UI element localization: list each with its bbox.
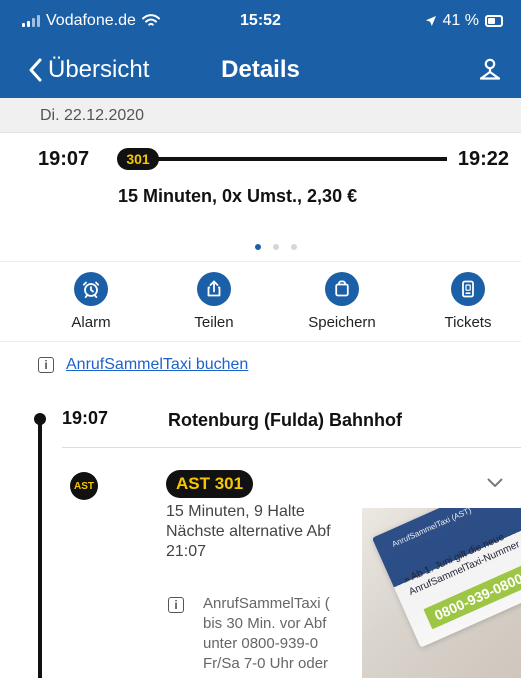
navigation-bar: Übersicht Details (0, 44, 521, 98)
timeline-divider (62, 447, 521, 448)
battery-icon (485, 15, 503, 27)
page-indicator (255, 244, 297, 250)
battery-percent: 41 % (442, 12, 479, 29)
alarm-clock-icon (74, 272, 108, 306)
trip-detail-line: 15 Minuten, 9 Halte (166, 503, 305, 520)
date-text: Di. 22.12.2020 (40, 107, 145, 124)
share-icon (197, 272, 231, 306)
chevron-down-icon[interactable] (487, 478, 503, 488)
route-map-icon[interactable] (477, 57, 503, 83)
flyer-header: AnrufSammelTaxi (AST) (390, 508, 473, 549)
flyer-image: AnrufSammelTaxi (AST) » Ab 1. Juni gilt … (372, 508, 521, 648)
booking-note-line: AnrufSammelTaxi ( (203, 595, 330, 612)
arrival-time: 19:22 (457, 148, 509, 170)
bag-icon (325, 272, 359, 306)
app-screen: Vodafone.de 15:52 41 % Übersicht Details… (0, 0, 521, 678)
trip-detail-line: Nächste alternative Abf (166, 523, 331, 540)
page-title: Details (221, 56, 300, 83)
trip-detail: 15 Minuten, 9 Halte Nächste alternative … (166, 502, 331, 562)
ticket-phone-icon (451, 272, 485, 306)
top-bar: Vodafone.de 15:52 41 % Übersicht Details (0, 0, 521, 98)
stop-name: Rotenburg (Fulda) Bahnhof (168, 410, 402, 430)
service-icon: AST (70, 472, 98, 500)
trip-summary-meta: 15 Minuten, 0x Umst., 2,30 € (118, 186, 358, 206)
action-label: Alarm (71, 314, 111, 331)
action-label: Teilen (194, 314, 234, 331)
taxi-link-row[interactable]: i AnrufSammelTaxi buchen (38, 356, 248, 374)
action-save[interactable]: Speichern (292, 272, 392, 331)
stop-time: 19:07 (62, 408, 109, 428)
page-dot (291, 244, 297, 250)
departure-time: 19:07 (38, 148, 90, 170)
trip-summary-card[interactable]: 19:07 301 19:22 15 Minuten, 0x Umst., 2,… (0, 133, 521, 260)
status-bar: Vodafone.de 15:52 41 % (0, 0, 521, 44)
action-share[interactable]: Teilen (164, 272, 264, 331)
service-badge: AST 301 (166, 470, 254, 498)
booking-note: AnrufSammelTaxi ( bis 30 Min. vor Abf un… (203, 594, 373, 674)
action-label: Tickets (444, 314, 492, 331)
route-line (157, 157, 447, 161)
booking-note-line: bis 30 Min. vor Abf (203, 615, 327, 632)
timeline-line (38, 417, 42, 678)
route-badge: 301 (117, 148, 159, 170)
date-strip: Di. 22.12.2020 (0, 98, 521, 133)
location-arrow-icon (425, 16, 436, 26)
note-info-icon: i (168, 597, 184, 613)
trip-detail-line: 21:07 (166, 543, 207, 560)
status-right: 41 % (425, 12, 503, 30)
action-label: Speichern (308, 314, 376, 331)
page-dot-active (255, 244, 261, 250)
action-alarm[interactable]: Alarm (41, 272, 141, 331)
actions-bar: Alarm Teilen Speichern Tickets (0, 261, 521, 342)
booking-note-line: Fr/Sa 7-0 Uhr oder (203, 655, 329, 672)
timeline-stop-dot (34, 413, 46, 425)
photo-overlay: AnrufSammelTaxi (AST) » Ab 1. Juni gilt … (362, 508, 521, 678)
action-tickets[interactable]: Tickets (418, 272, 518, 331)
info-icon: i (38, 357, 54, 373)
page-dot (273, 244, 279, 250)
booking-note-line: unter 0800-939-0 (203, 635, 319, 652)
taxi-booking-link[interactable]: AnrufSammelTaxi buchen (66, 356, 248, 374)
